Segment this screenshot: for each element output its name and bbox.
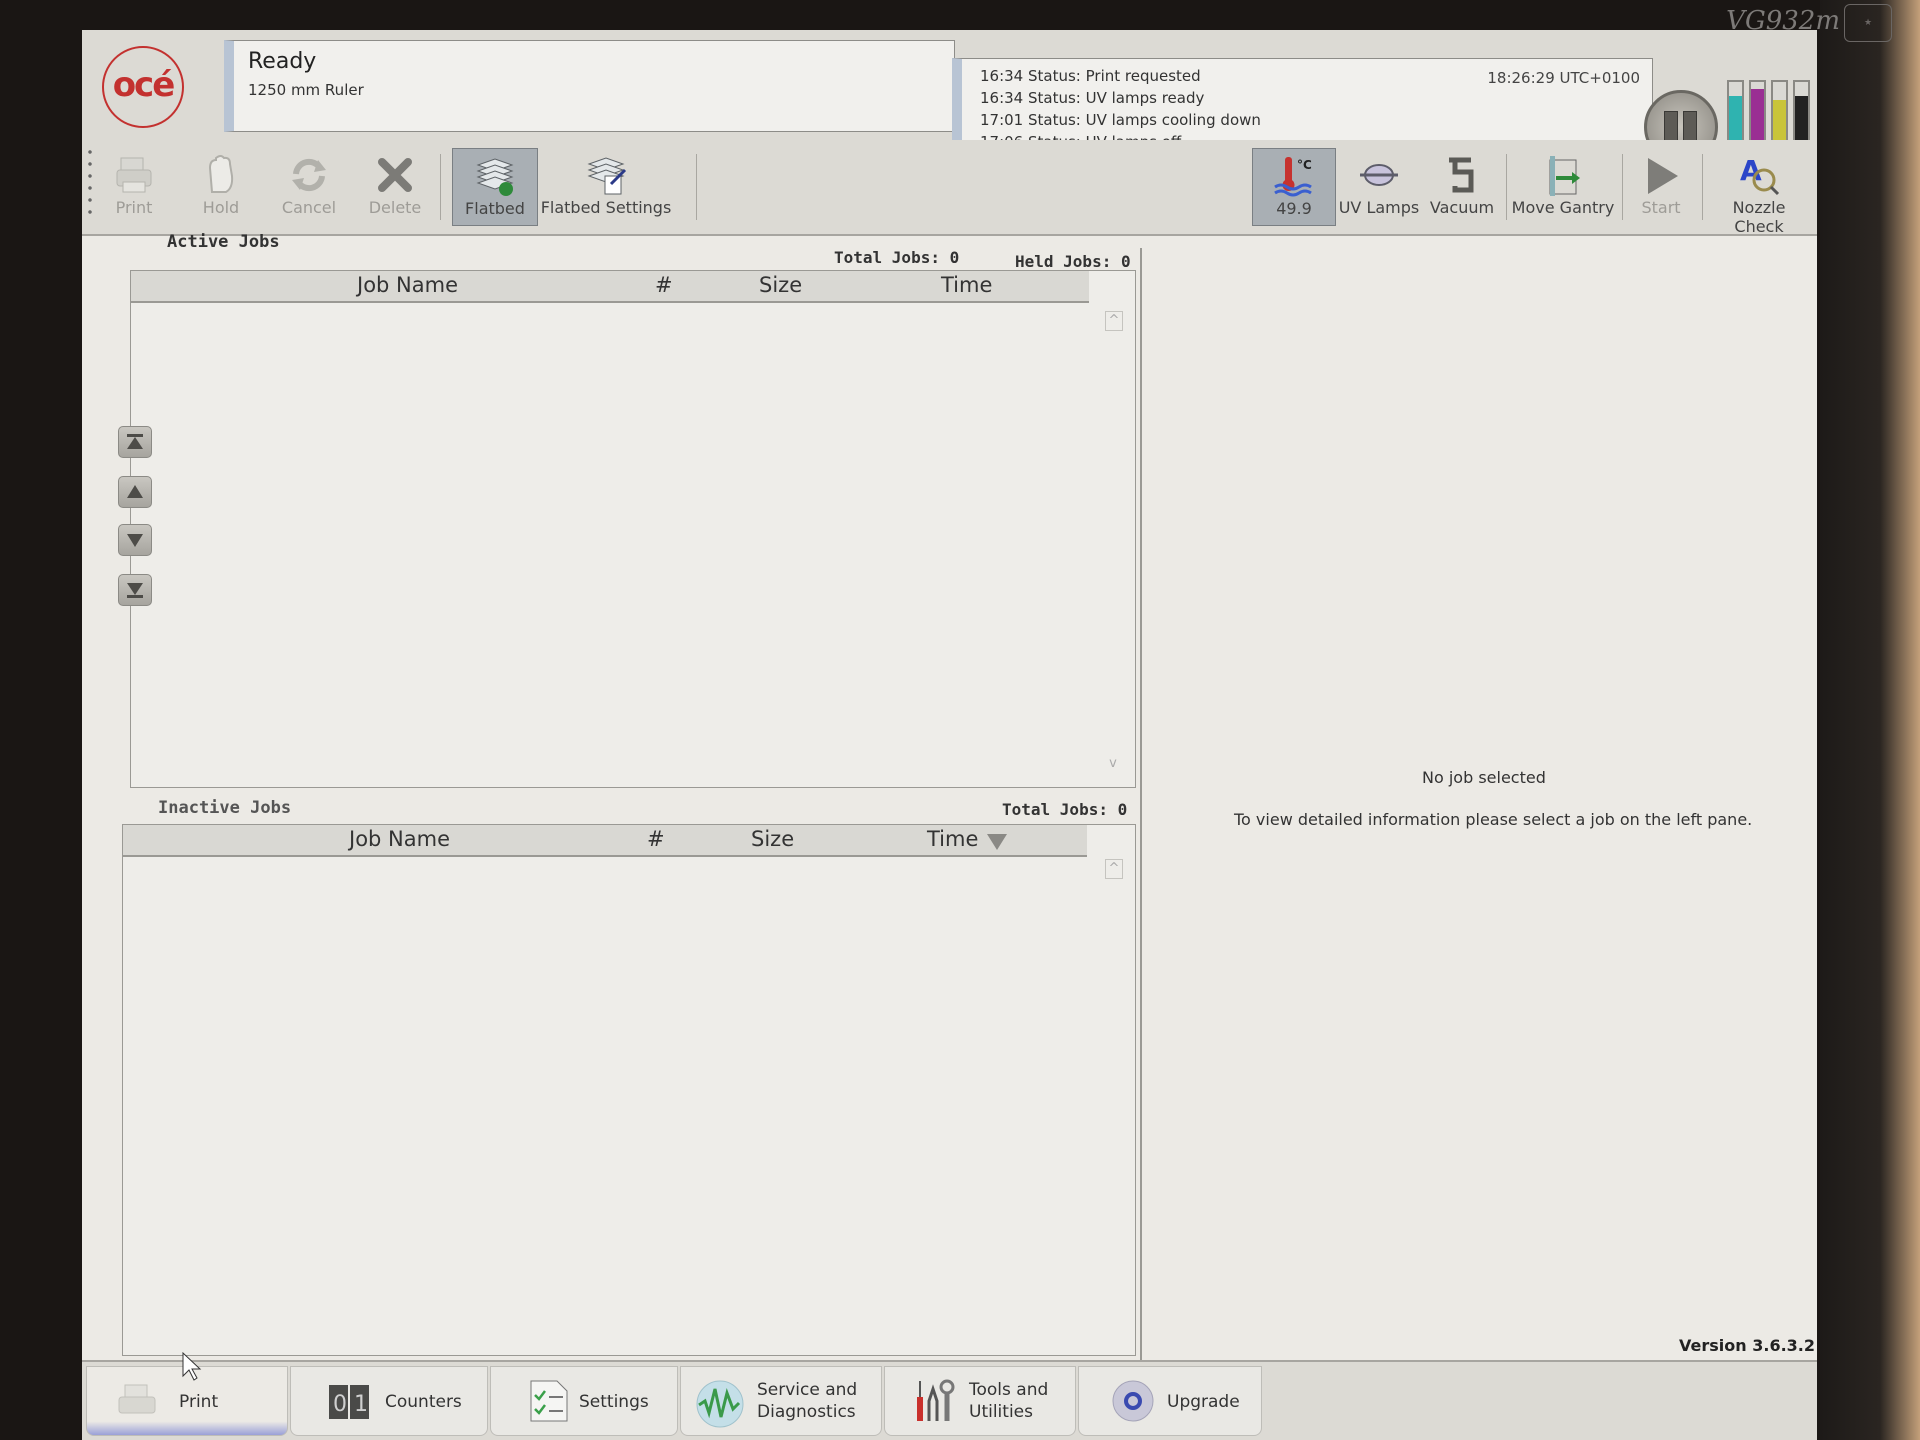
active-held-jobs: Held Jobs: 0: [1015, 252, 1131, 271]
tab-service-diagnostics[interactable]: Service and Diagnostics: [680, 1366, 882, 1436]
clock: 18:26:29 UTC+0100: [1487, 69, 1640, 87]
toolbar-separator: [1506, 154, 1507, 220]
printer-icon: [115, 1379, 159, 1423]
col-count[interactable]: #: [655, 273, 673, 297]
printer-icon: [113, 154, 155, 196]
details-hint: To view detailed information please sele…: [1234, 810, 1753, 829]
col-job-name[interactable]: Job Name: [349, 827, 450, 851]
svg-text:1: 1: [354, 1392, 368, 1417]
printer-ui: océ Ready 1250 mm Ruler 16:34 Status: Pr…: [82, 30, 1817, 1440]
toolbar-grip[interactable]: [88, 146, 92, 216]
inactive-jobs-title: Inactive Jobs: [158, 798, 292, 818]
active-jobs-title: Active Jobs: [167, 232, 280, 252]
inactive-jobs-table: Job Name # Size Time ^: [122, 824, 1136, 1356]
counter-icon: 01: [327, 1379, 371, 1423]
mouse-cursor: [182, 1351, 204, 1386]
temperature-button[interactable]: °C 49.9: [1252, 148, 1336, 226]
move-gantry-icon: [1542, 154, 1584, 196]
log-line: 16:34 Status: Print requested: [980, 67, 1201, 85]
status-subtitle: 1250 mm Ruler: [248, 81, 364, 99]
waveform-icon: [695, 1379, 744, 1428]
hand-icon: [200, 154, 242, 196]
move-top-icon: [127, 434, 143, 449]
move-down-button[interactable]: [118, 524, 152, 556]
svg-text:0: 0: [333, 1392, 347, 1417]
tab-upgrade[interactable]: Upgrade: [1078, 1366, 1262, 1436]
toolbar-separator: [696, 154, 697, 220]
vacuum-icon: [1441, 154, 1483, 196]
move-to-top-button[interactable]: [118, 426, 152, 458]
nozzle-check-button[interactable]: A Nozzle Check: [1706, 148, 1812, 236]
svg-text:°C: °C: [1297, 158, 1312, 172]
disc-icon: [1111, 1379, 1155, 1423]
uv-lamp-icon: [1358, 154, 1400, 196]
version-label: Version 3.6.3.2: [1679, 1336, 1815, 1355]
uv-lamps-button[interactable]: UV Lamps: [1336, 148, 1422, 224]
status-panel: Ready 1250 mm Ruler: [224, 40, 955, 132]
vacuum-button[interactable]: Vacuum: [1422, 148, 1502, 224]
col-size[interactable]: Size: [759, 273, 802, 297]
scroll-down-button[interactable]: v: [1105, 755, 1121, 773]
col-count[interactable]: #: [647, 827, 665, 851]
thermometer-icon: °C: [1273, 155, 1315, 197]
active-jobs-table: Job Name # Size Time ^ v: [130, 270, 1136, 788]
delete-x-icon: [374, 154, 416, 196]
inactive-jobs-header: Job Name # Size Time: [123, 825, 1087, 857]
toolbar-separator: [1622, 154, 1623, 220]
inactive-total-jobs: Total Jobs: 0: [1002, 800, 1128, 819]
move-up-icon: [127, 485, 143, 498]
start-button[interactable]: Start: [1624, 148, 1698, 224]
flatbed-settings-button[interactable]: Flatbed Settings: [538, 148, 674, 224]
active-total-jobs: Total Jobs: 0: [834, 248, 960, 267]
flatbed-settings-icon: [585, 154, 627, 196]
tab-tools-utilities[interactable]: Tools and Utilities: [884, 1366, 1076, 1436]
oce-logo: océ: [102, 46, 184, 128]
col-time[interactable]: Time: [941, 273, 992, 297]
monitor-bezel: [1820, 0, 1920, 1440]
refresh-icon: [288, 154, 330, 196]
move-bottom-icon: [127, 583, 143, 598]
nozzle-check-icon: A: [1738, 154, 1780, 196]
col-size[interactable]: Size: [751, 827, 794, 851]
toolbar-separator: [1702, 154, 1703, 220]
hold-button[interactable]: Hold: [186, 148, 256, 224]
move-up-button[interactable]: [118, 476, 152, 508]
tools-icon: [913, 1379, 957, 1423]
flatbed-icon: [474, 155, 516, 197]
status-title: Ready: [248, 49, 317, 74]
play-icon: [1640, 154, 1682, 196]
sort-desc-icon: [987, 831, 1007, 855]
log-line: 16:34 Status: UV lamps ready: [980, 89, 1205, 107]
no-job-selected: No job selected: [1422, 768, 1546, 787]
col-job-name[interactable]: Job Name: [357, 273, 458, 297]
col-time[interactable]: Time: [927, 827, 978, 851]
move-gantry-button[interactable]: Move Gantry: [1510, 148, 1616, 224]
flatbed-button[interactable]: Flatbed: [452, 148, 538, 226]
delete-button[interactable]: Delete: [360, 148, 430, 224]
toolbar: Print Hold Cancel Delete Flatbed Flatbed…: [82, 140, 1817, 236]
scroll-up-button[interactable]: ^: [1105, 311, 1123, 331]
tab-settings[interactable]: Settings: [490, 1366, 678, 1436]
active-jobs-header: Job Name # Size Time: [131, 271, 1089, 303]
pane-divider[interactable]: [1140, 248, 1142, 1360]
energy-star-badge: ★: [1844, 4, 1892, 42]
print-button[interactable]: Print: [100, 148, 168, 224]
toolbar-separator: [440, 154, 441, 220]
checklist-icon: [527, 1379, 571, 1423]
move-down-icon: [127, 534, 143, 547]
log-line: 17:01 Status: UV lamps cooling down: [980, 111, 1261, 129]
scroll-up-button[interactable]: ^: [1105, 859, 1123, 879]
bottom-tab-bar: Print 01 Counters Settings Service and Di…: [82, 1360, 1817, 1440]
tab-counters[interactable]: 01 Counters: [290, 1366, 488, 1436]
cancel-button[interactable]: Cancel: [274, 148, 344, 224]
move-to-bottom-button[interactable]: [118, 574, 152, 606]
